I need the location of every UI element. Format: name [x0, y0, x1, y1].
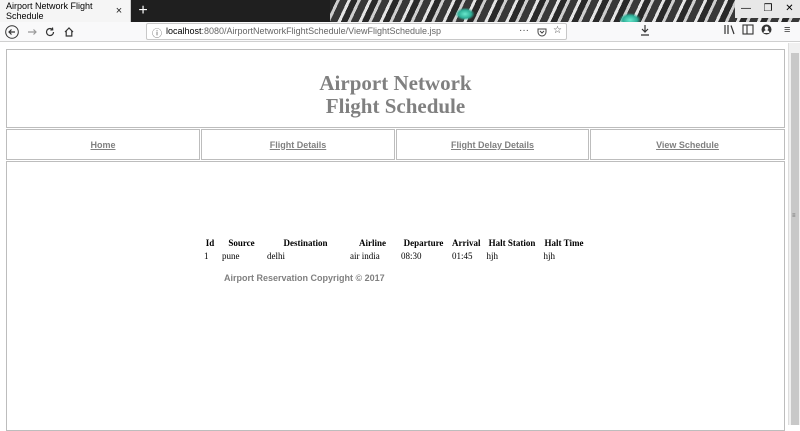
cell-destination: delhi [267, 250, 285, 261]
scrollbar-thumb[interactable] [791, 53, 799, 425]
pocket-shape [537, 28, 547, 37]
column-header-source: Source [228, 237, 255, 248]
address-bar[interactable]: ⓘ localhost:8080/AirportNetworkFlightSch… [146, 23, 567, 40]
reload-button[interactable] [41, 23, 59, 41]
downloads-icon[interactable] [640, 24, 650, 39]
cell-source: pune [222, 250, 240, 261]
info-icon[interactable]: ⓘ [152, 25, 162, 40]
nav-link-flight-details[interactable]: Flight Details [270, 140, 327, 150]
maximize-button[interactable]: ❐ [757, 0, 779, 18]
site-header: Airport Network Flight Schedule [6, 49, 785, 128]
cell-airline: air india [350, 250, 380, 261]
nav-cell-flight-details: Flight Details [201, 129, 395, 160]
nav-link-home[interactable]: Home [90, 140, 115, 150]
browser-tab[interactable]: Airport Network Flight Schedule × [0, 0, 131, 22]
reload-icon [45, 27, 55, 37]
sidebar-icon[interactable] [742, 24, 754, 38]
page-viewport: Airport Network Flight Schedule Home Fli… [0, 43, 788, 431]
page-actions-icon[interactable]: ··· [519, 25, 529, 36]
home-button[interactable] [60, 23, 78, 41]
back-button[interactable] [3, 23, 21, 41]
nav-cell-home: Home [6, 129, 200, 160]
home-icon [64, 27, 74, 37]
nav-link-view-schedule[interactable]: View Schedule [656, 140, 719, 150]
table-row: 1 pune delhi air india 08:30 01:45 hjh h… [201, 249, 588, 262]
tab-title: Airport Network Flight Schedule [6, 1, 93, 21]
column-header-destination: Destination [283, 237, 328, 248]
site-nav: Home Flight Details Flight Delay Details… [6, 129, 785, 160]
tab-bar: Airport Network Flight Schedule × + — ❐ … [0, 0, 800, 22]
table-header-row: Id Source Destination Airline Departure … [201, 236, 588, 249]
copyright-text: Airport Reservation Copyright © 2017 [224, 273, 385, 283]
url-path: :8080/AirportNetworkFlightSchedule/ViewF… [201, 26, 441, 36]
vertical-scrollbar[interactable]: ≡ [788, 43, 800, 425]
cell-id: 1 [204, 250, 209, 261]
cell-halt-station: hjh [486, 250, 499, 261]
account-shape [761, 24, 772, 35]
minimize-button[interactable]: — [735, 0, 757, 18]
column-header-departure: Departure [403, 237, 444, 248]
back-arrow-icon [5, 25, 19, 39]
page-title: Airport Network Flight Schedule [7, 72, 784, 118]
close-window-button[interactable]: ✕ [779, 0, 800, 18]
cell-arrival: 01:45 [452, 250, 473, 261]
library-icon[interactable] [724, 24, 736, 38]
download-arrow-shape [641, 25, 649, 36]
nav-link-flight-delay-details[interactable]: Flight Delay Details [451, 140, 534, 150]
url-text[interactable]: localhost:8080/AirportNetworkFlightSched… [166, 26, 441, 36]
forward-button[interactable] [23, 23, 41, 41]
column-header-halt-time: Halt Time [544, 237, 584, 248]
new-tab-button[interactable]: + [134, 1, 152, 21]
column-header-arrival: Arrival [452, 237, 481, 248]
column-header-airline: Airline [359, 237, 386, 248]
account-icon[interactable] [761, 24, 772, 38]
hamburger-menu-icon[interactable]: ≡ [784, 24, 790, 36]
sidebar-shape [742, 24, 754, 35]
scrollbar-grip-icon: ≡ [792, 213, 796, 219]
library-shape [724, 25, 735, 35]
cell-halt-time: hjh [543, 250, 556, 261]
page-title-line2: Flight Schedule [325, 94, 466, 118]
browser-theme-background [330, 0, 800, 22]
page-title-line1: Airport Network [319, 71, 472, 95]
bookmark-star-icon[interactable]: ☆ [553, 25, 562, 36]
tab-close-icon[interactable]: × [113, 5, 125, 17]
column-header-id: Id [205, 237, 215, 248]
schedule-table: Id Source Destination Airline Departure … [201, 236, 588, 262]
nav-cell-view-schedule: View Schedule [590, 129, 785, 160]
url-host: localhost [166, 26, 202, 36]
nav-cell-flight-delay-details: Flight Delay Details [396, 129, 589, 160]
column-header-halt-station: Halt Station [488, 237, 536, 248]
pocket-icon[interactable] [537, 25, 547, 40]
forward-arrow-icon [28, 29, 37, 35]
browser-toolbar: ⓘ localhost:8080/AirportNetworkFlightSch… [0, 22, 800, 42]
cell-departure: 08:30 [401, 250, 422, 261]
content-area [6, 161, 785, 431]
